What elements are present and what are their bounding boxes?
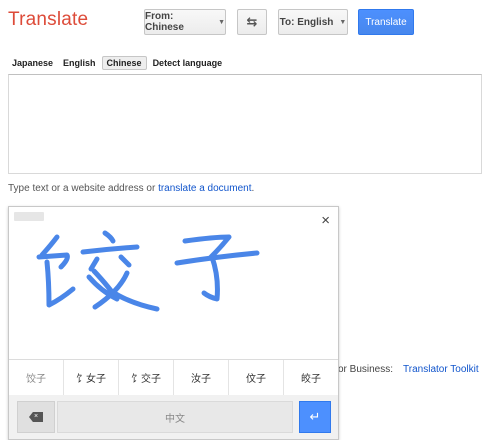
from-language-button[interactable]: From: Chinese ▼ [144,9,226,35]
backspace-icon: × [29,412,43,422]
swap-languages-button[interactable]: ⇆ [237,9,267,35]
handwriting-controls: × 中文 ↵ [9,395,338,439]
tab-english[interactable]: English [59,56,100,70]
page-title: Translate [8,9,89,30]
candidate-item[interactable]: 饣交子 [119,360,174,395]
ink-stroke [36,252,70,270]
ink-stroke [39,234,60,258]
ink-stroke [201,254,220,302]
candidate-item[interactable]: 饣女子 [64,360,119,395]
source-text-input[interactable] [8,74,482,174]
candidate-item[interactable]: 皎子 [284,360,338,395]
handwriting-canvas[interactable] [9,207,338,357]
ink-stroke [102,230,116,244]
tab-detect-language[interactable]: Detect language [149,56,227,70]
from-language-label: From: Chinese [145,11,184,33]
candidate-item[interactable]: 汝子 [174,360,229,395]
candidate-bar: 饺子 饣女子 饣交子 汝子 伩子 皎子 [9,359,338,396]
to-language-button[interactable]: To: English ▼ [278,9,348,35]
hint-end: . [251,183,255,194]
handwriting-panel: × 饺子 饣女子 饣交子 汝子 伩子 皎子 × 中文 ↵ [8,206,339,440]
hint-text: Type text or a website address or [8,183,159,194]
ink-stroke [80,244,140,255]
tab-chinese[interactable]: Chinese [101,56,147,70]
translate-button[interactable]: Translate [358,9,414,35]
chevron-down-icon: ▼ [218,18,225,26]
business-text: or Business: [338,364,394,375]
input-hint: Type text or a website address or transl… [8,183,254,194]
tab-japanese[interactable]: Japanese [8,56,57,70]
ink-stroke [88,256,100,272]
candidate-item[interactable]: 伩子 [229,360,284,395]
ink-stroke [182,234,232,260]
space-button[interactable]: 中文 [57,401,293,433]
ink-stroke [118,254,132,268]
swap-icon: ⇆ [246,14,258,29]
backspace-button[interactable]: × [17,401,55,433]
enter-icon: ↵ [309,409,321,424]
to-language-label: To: English [279,16,334,28]
chevron-down-icon: ▼ [339,18,347,26]
candidate-item[interactable]: 饺子 [9,360,64,395]
enter-button[interactable]: ↵ [299,401,331,433]
source-language-tabs: Japanese English Chinese Detect language [8,55,228,71]
ink-stroke [174,250,260,266]
translator-toolkit-link[interactable]: Translator Toolkit [403,364,479,375]
translate-document-link[interactable]: translate a document [158,183,251,194]
business-line: or Business: Translator Toolkit [338,364,479,375]
